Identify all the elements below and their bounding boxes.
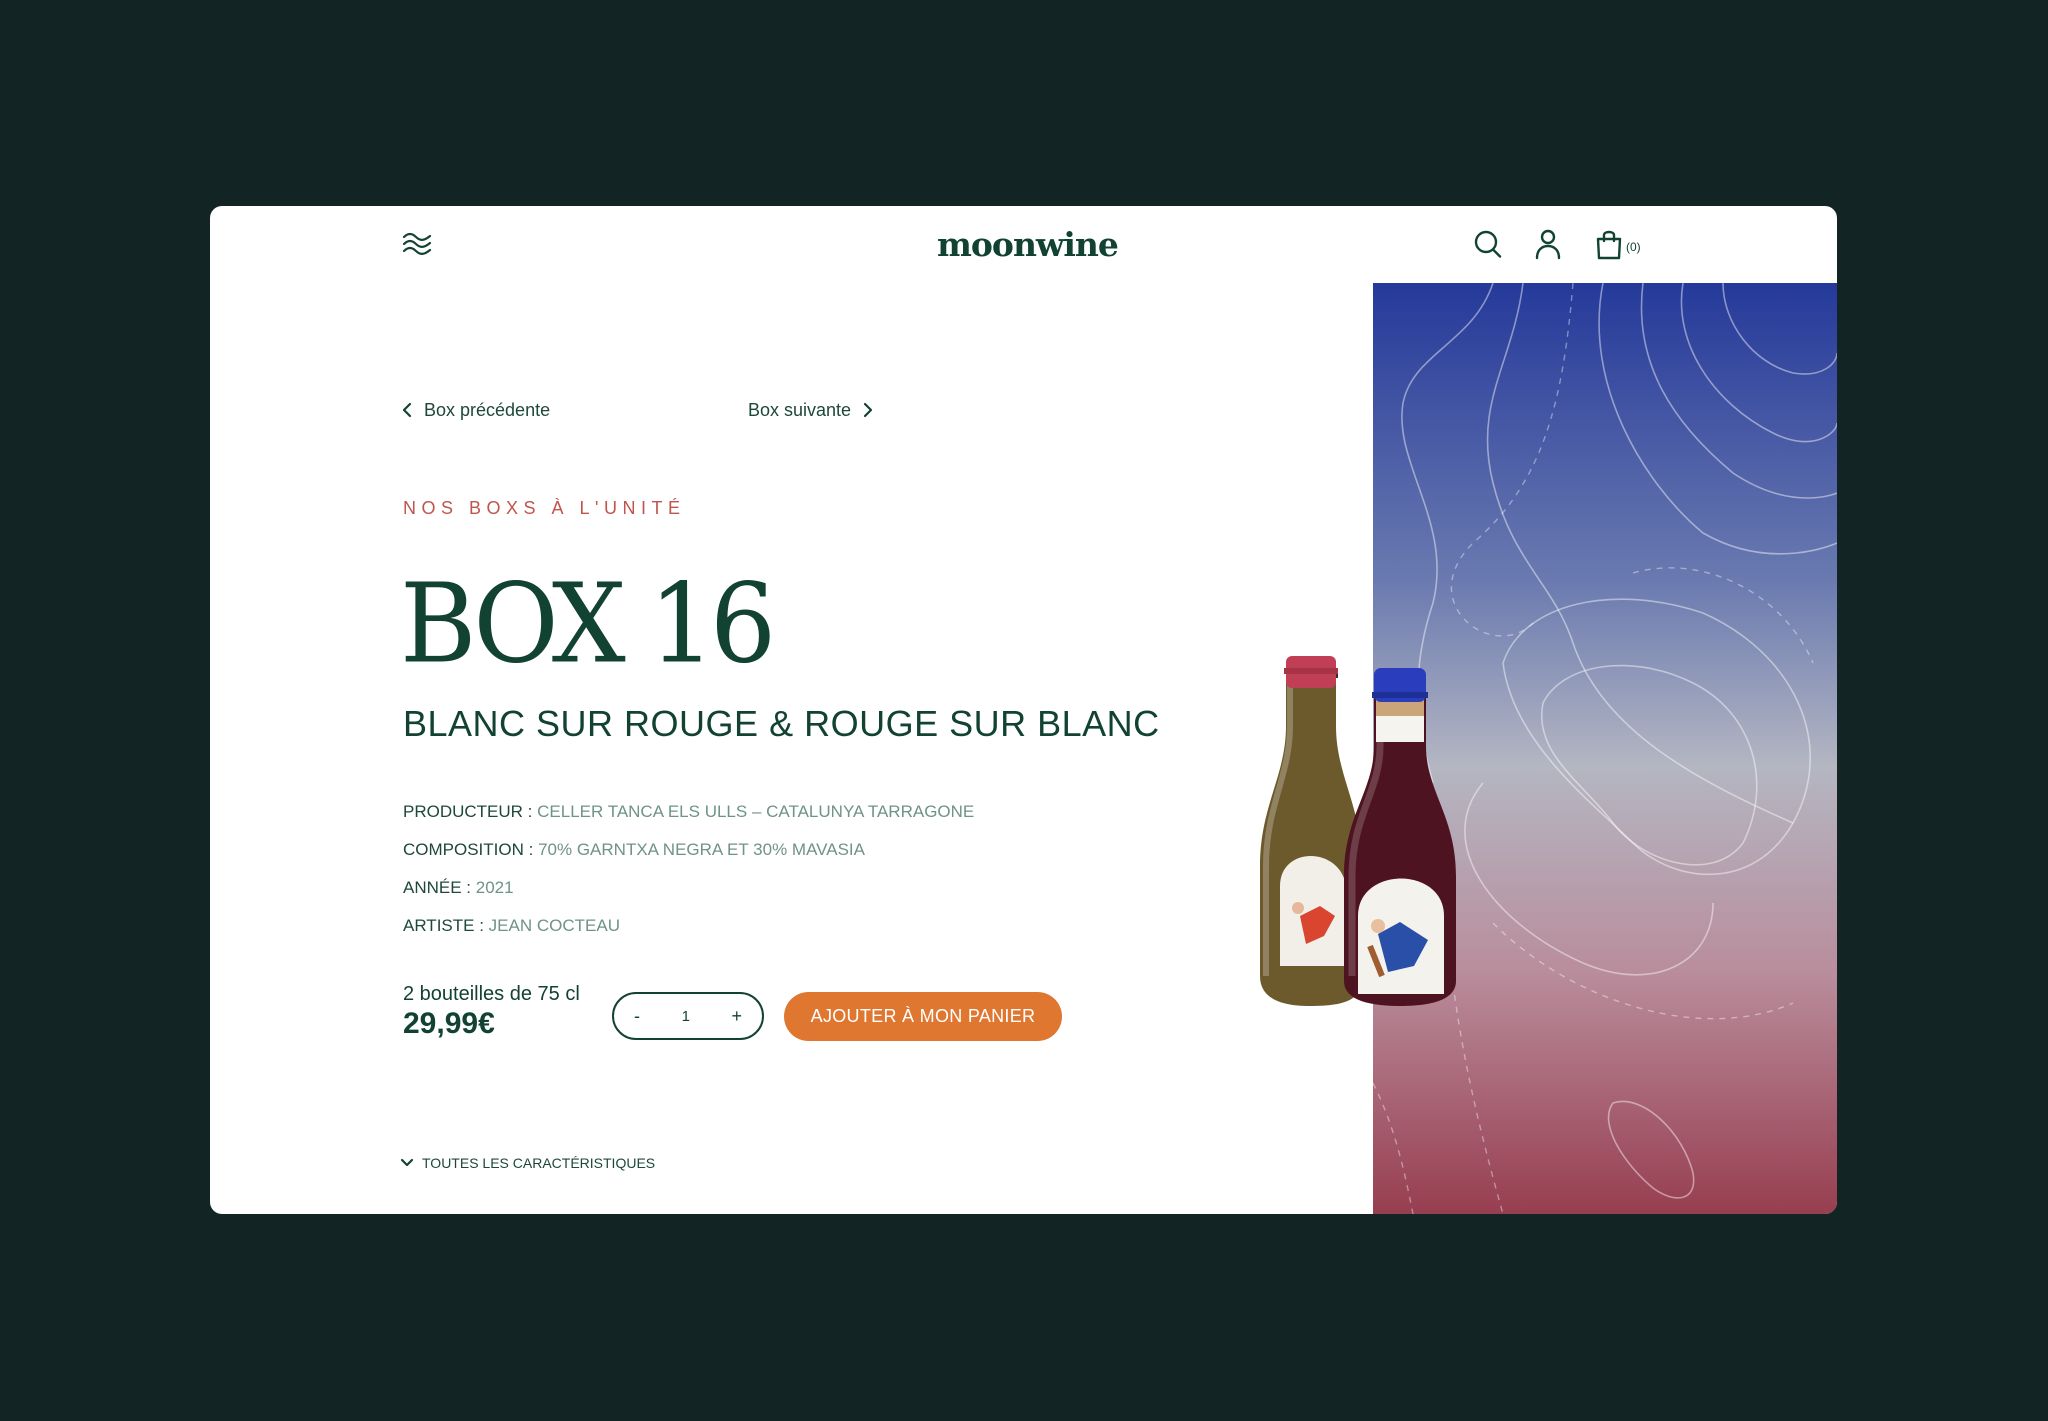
product-title: BOX 16 [400, 559, 776, 688]
user-icon[interactable] [1533, 228, 1563, 260]
spec-label: ARTISTE : [403, 916, 484, 935]
category-eyebrow: NOS BOXS À L'UNITÉ [403, 498, 686, 518]
spec-value: 2021 [475, 878, 514, 897]
spec-producer: PRODUCTEUR : CELLER TANCA ELS ULLS – CAT… [403, 802, 974, 826]
spec-value: JEAN COCTEAU [488, 916, 620, 935]
product-price: 29,99€ [403, 1007, 495, 1040]
product-bottles-image [1250, 446, 1510, 1006]
cart-count: (0) [1626, 240, 1641, 254]
search-icon[interactable] [1473, 228, 1503, 260]
product-subtitle: BLANC SUR ROUGE & ROUGE SUR BLANC [403, 703, 1160, 744]
all-features-toggle[interactable]: TOUTES LES CARACTÉRISTIQUES [400, 1155, 655, 1171]
red-wine-bottle [1344, 668, 1456, 1006]
previous-box-label: Box précédente [424, 399, 551, 420]
spec-label: PRODUCTEUR : [403, 802, 533, 821]
spec-composition: COMPOSITION : 70% GARNTXA NEGRA ET 30% M… [403, 840, 865, 864]
next-box-label: Box suivante [748, 399, 852, 420]
next-box-link[interactable]: Box suivante [748, 398, 875, 422]
increase-quantity-button[interactable]: + [731, 1006, 742, 1027]
spec-label: ANNÉE : [403, 878, 472, 897]
spec-year: ANNÉE : 2021 [403, 878, 514, 902]
chevron-down-icon [400, 1158, 414, 1167]
menu-icon[interactable] [400, 230, 436, 258]
product-card: moonwine (0) Box précédente Box suivante… [210, 206, 1837, 1214]
bottles-quantity-label: 2 bouteilles de 75 cl [403, 983, 580, 1005]
shopping-bag-icon[interactable] [1594, 228, 1624, 260]
previous-box-link[interactable]: Box précédente [400, 398, 550, 422]
moonwine-logo[interactable]: moonwine [937, 224, 1119, 266]
decrease-quantity-button[interactable]: - [634, 1006, 640, 1027]
spec-value: CELLER TANCA ELS ULLS – CATALUNYA TARRAG… [537, 802, 975, 821]
add-to-cart-button[interactable]: AJOUTER À MON PANIER [784, 992, 1062, 1041]
quantity-value[interactable]: 1 [682, 1008, 690, 1025]
spec-label: COMPOSITION : [403, 840, 534, 859]
all-features-label: TOUTES LES CARACTÉRISTIQUES [422, 1155, 656, 1171]
chevron-left-icon [402, 402, 412, 418]
chevron-right-icon [863, 402, 873, 418]
spec-value: 70% GARNTXA NEGRA ET 30% MAVASIA [538, 840, 865, 859]
spec-artist: ARTISTE : JEAN COCTEAU [403, 916, 620, 940]
quantity-stepper: - 1 + [612, 992, 764, 1040]
